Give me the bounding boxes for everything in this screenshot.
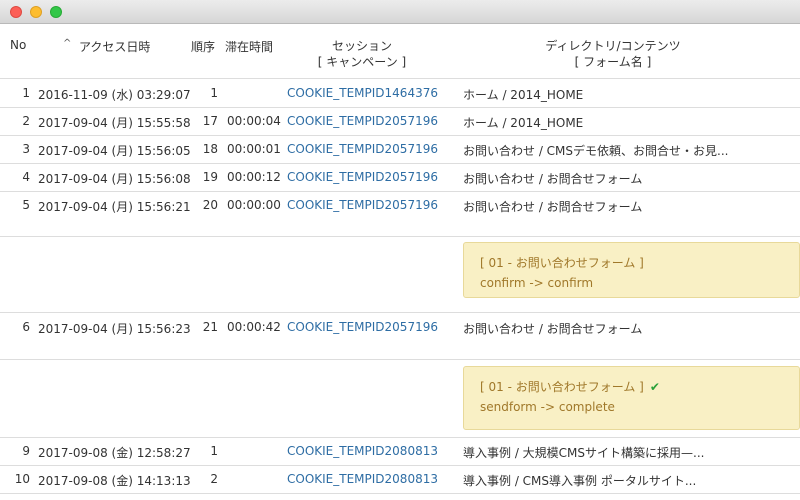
- form-event-note: [ 01 - お問い合わせフォーム ] ✔ sendform -> complet…: [463, 366, 800, 430]
- note-form-name: [ 01 - お問い合わせフォーム ]: [480, 380, 644, 394]
- row-order: 19: [202, 170, 218, 184]
- row-dwell-time: 00:00:04: [227, 114, 281, 128]
- row-session-link[interactable]: COOKIE_TEMPID2080813: [287, 444, 438, 458]
- row-order: 21: [202, 320, 218, 334]
- row-order: 17: [202, 114, 218, 128]
- row-dwell-time: 00:00:12: [227, 170, 281, 184]
- header-session-label: セッション: [331, 39, 392, 53]
- row-session-link[interactable]: COOKIE_TEMPID2057196: [287, 170, 438, 184]
- row-directory: お問い合わせ / お問合せフォーム: [463, 172, 643, 186]
- row-session-link[interactable]: COOKIE_TEMPID2080813: [287, 472, 438, 486]
- checkmark-icon: ✔: [649, 380, 660, 394]
- header-order[interactable]: 順序: [191, 38, 215, 55]
- row-divider: [0, 359, 800, 360]
- row-directory: お問い合わせ / CMSデモ依頼、お問合せ・お見...: [463, 144, 729, 158]
- row-divider: [0, 107, 800, 108]
- row-directory: ホーム / 2014_HOME: [463, 88, 584, 102]
- row-directory: 導入事例 / CMS導入事例 ポータルサイト...: [463, 474, 697, 488]
- minimize-window-button[interactable]: [30, 6, 42, 18]
- row-divider: [0, 465, 800, 466]
- header-form-name-label: [ フォーム名 ]: [574, 55, 652, 69]
- header-dwell-time[interactable]: 滞在時間: [225, 38, 273, 55]
- row-directory: 導入事例 / 大規模CMSサイト構築に採用—...: [463, 446, 705, 460]
- row-order: 1: [210, 444, 218, 458]
- row-dwell-time: 00:00:42: [227, 320, 281, 334]
- row-session-link[interactable]: COOKIE_TEMPID2057196: [287, 142, 438, 156]
- form-event-note: [ 01 - お問い合わせフォーム ] confirm -> confirm: [463, 242, 800, 298]
- row-divider: [0, 135, 800, 136]
- header-directory[interactable]: ディレクトリ/コンテンツ [ フォーム名 ]: [463, 38, 763, 70]
- row-divider: [0, 236, 800, 237]
- row-directory: ホーム / 2014_HOME: [463, 116, 584, 130]
- header-access-time[interactable]: アクセス日時: [79, 38, 150, 55]
- row-directory: お問い合わせ / お問合せフォーム: [463, 322, 643, 336]
- row-session-link[interactable]: COOKIE_TEMPID1464376: [287, 86, 438, 100]
- row-divider: [0, 191, 800, 192]
- row-directory: お問い合わせ / お問合せフォーム: [463, 200, 643, 214]
- header-campaign-label: [ キャンペーン ]: [317, 55, 407, 69]
- access-log-table: No ^ アクセス日時 順序 滞在時間 セッション [ キャンペーン ] ディレ…: [0, 24, 800, 500]
- note-transition: sendform -> complete: [480, 400, 615, 414]
- note-transition: confirm -> confirm: [480, 276, 594, 290]
- row-session-link[interactable]: COOKIE_TEMPID2057196: [287, 114, 438, 128]
- window-titlebar: [0, 0, 800, 24]
- row-session-link[interactable]: COOKIE_TEMPID2057196: [287, 198, 438, 212]
- header-no[interactable]: No: [10, 38, 26, 52]
- row-order: 1: [210, 86, 218, 100]
- row-dwell-time: 00:00:01: [227, 142, 281, 156]
- header-directory-label: ディレクトリ/コンテンツ: [545, 39, 681, 53]
- close-window-button[interactable]: [10, 6, 22, 18]
- row-session-link[interactable]: COOKIE_TEMPID2057196: [287, 320, 438, 334]
- zoom-window-button[interactable]: [50, 6, 62, 18]
- note-form-header: [ 01 - お問い合わせフォーム ] ✔: [480, 377, 783, 397]
- row-divider: [0, 163, 800, 164]
- row-order: 20: [202, 198, 218, 212]
- row-divider: [0, 312, 800, 313]
- row-order: 18: [202, 142, 218, 156]
- header-divider: [0, 78, 800, 79]
- row-divider: [0, 437, 800, 438]
- header-session[interactable]: セッション [ キャンペーン ]: [287, 38, 437, 70]
- sort-asc-icon[interactable]: ^: [63, 38, 71, 49]
- row-dwell-time: 00:00:00: [227, 198, 281, 212]
- row-order: 2: [210, 472, 218, 486]
- note-form-name: [ 01 - お問い合わせフォーム ]: [480, 256, 644, 270]
- row-divider: [0, 493, 800, 494]
